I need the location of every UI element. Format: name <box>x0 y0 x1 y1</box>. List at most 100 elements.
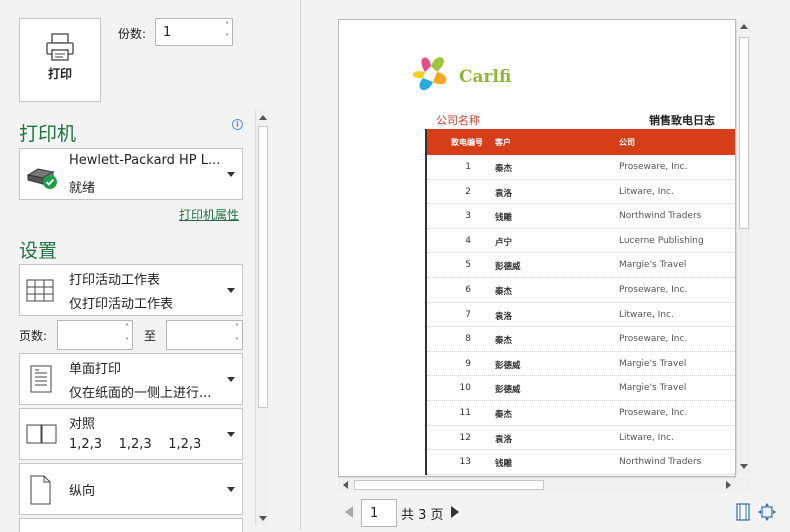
copies-value: 1 <box>163 25 172 40</box>
cell-call-id: 4 <box>465 235 471 246</box>
print-button-label: 打印 <box>47 67 72 81</box>
printer-name: Hewlett-Packard HP L... <box>69 153 221 168</box>
spin-down-icon[interactable]: ˅ <box>125 338 129 346</box>
printer-section-title: 打印机 <box>19 123 77 145</box>
current-page-value: 1 <box>370 506 379 521</box>
portrait-icon <box>30 475 51 505</box>
table-row: 7 袁洛 Litware, Inc. <box>427 303 735 328</box>
spin-up-icon[interactable]: ˄ <box>225 22 229 30</box>
printer-ready-icon <box>26 168 57 189</box>
preview-vertical-scrollbar[interactable] <box>736 19 751 474</box>
company-logo: Carlfi <box>412 57 511 91</box>
cell-call-id: 13 <box>459 457 471 468</box>
scroll-right-icon[interactable] <box>726 481 731 489</box>
orientation-title: 纵向 <box>69 484 96 499</box>
cell-company: Proseware, Inc. <box>619 162 688 172</box>
cell-customer: 袁洛 <box>495 188 513 199</box>
chevron-down-icon <box>227 288 235 293</box>
cell-customer: 袁洛 <box>495 434 513 445</box>
header-company: 公司 <box>619 138 635 147</box>
cell-company: Proseware, Inc. <box>619 334 688 345</box>
cell-company: Northwind Traders <box>619 211 702 222</box>
sides-dropdown[interactable]: 单面打印 仅在纸面的一侧上进行... <box>19 353 243 405</box>
zoom-to-page-icon[interactable] <box>758 503 776 521</box>
cell-customer: 秦杰 <box>495 409 513 420</box>
spin-down-icon[interactable]: ˅ <box>225 34 229 42</box>
collate-title: 对照 <box>69 417 96 432</box>
scrollbar-thumb[interactable] <box>739 37 749 229</box>
cell-customer: 钱雕 <box>495 459 513 470</box>
print-scope-dropdown[interactable]: 打印活动工作表 仅打印活动工作表 <box>19 264 243 316</box>
scrollbar-thumb[interactable] <box>354 480 544 490</box>
settings-scrollbar[interactable] <box>255 110 269 526</box>
next-page-icon[interactable] <box>451 506 459 518</box>
copies-label: 份数: <box>118 27 147 41</box>
cell-call-id: 5 <box>465 260 471 271</box>
scrollbar-corner <box>736 477 751 492</box>
scroll-left-icon[interactable] <box>343 481 348 489</box>
table-row: 10 彭德威 Margie's Travel <box>427 376 735 401</box>
print-scope-desc: 仅打印活动工作表 <box>69 297 174 312</box>
chevron-down-icon <box>227 377 235 382</box>
copies-input[interactable]: 1 ˄ ˅ <box>155 18 233 46</box>
table-row: 13 钱雕 Northwind Traders <box>427 450 735 475</box>
table-row: 8 秦杰 Proseware, Inc. <box>427 327 735 352</box>
table-row: 2 袁洛 Litware, Inc. <box>427 180 735 205</box>
total-pages-label: 共 3 页 <box>401 508 444 523</box>
scroll-down-icon[interactable] <box>259 516 267 521</box>
scrollbar-thumb[interactable] <box>258 126 268 408</box>
print-button[interactable]: 打印 <box>19 18 101 102</box>
printer-properties-link[interactable]: 打印机属性 <box>179 206 239 223</box>
cell-company: Margie's Travel <box>619 358 687 369</box>
table-row: 6 秦杰 Proseware, Inc. <box>427 278 735 303</box>
cell-call-id: 2 <box>465 186 471 197</box>
preview-page: Carlfi 公司名称 销售致电日志 致电编号 客户 公司 1 秦杰 Prosewa… <box>338 19 736 477</box>
spin-up-icon[interactable]: ˄ <box>235 324 239 332</box>
table-row: 3 钱雕 Northwind Traders <box>427 204 735 229</box>
chevron-down-icon <box>227 432 235 437</box>
cell-call-id: 8 <box>465 334 471 345</box>
page-from-input[interactable]: ˄ ˅ <box>57 320 133 350</box>
cell-customer: 秦杰 <box>495 336 513 347</box>
current-page-input[interactable]: 1 <box>361 499 397 527</box>
cell-call-id: 11 <box>459 407 471 418</box>
spin-down-icon[interactable]: ˅ <box>235 338 239 346</box>
page-to-input[interactable]: ˄ ˅ <box>166 320 243 350</box>
collate-dropdown[interactable]: 对照 1,2,3 1,2,3 1,2,3 <box>19 408 243 460</box>
collate-icon <box>26 424 57 444</box>
scroll-up-icon[interactable] <box>259 115 267 120</box>
pages-label: 页数: <box>19 329 48 343</box>
cell-call-id: 1 <box>465 162 471 172</box>
call-log-table: 致电编号 客户 公司 1 秦杰 Proseware, Inc. 2 袁洛 Litware,… <box>425 129 735 475</box>
to-label: 至 <box>144 329 157 343</box>
cell-call-id: 7 <box>465 309 471 320</box>
cell-customer: 袁洛 <box>495 311 513 322</box>
cell-call-id: 10 <box>459 383 471 394</box>
previous-page-icon[interactable] <box>345 506 353 518</box>
printer-icon <box>46 33 74 61</box>
info-icon[interactable]: i <box>232 119 243 130</box>
orientation-dropdown[interactable]: 纵向 <box>19 463 243 515</box>
scroll-down-icon[interactable] <box>740 464 748 469</box>
table-row: 12 袁洛 Litware, Inc. <box>427 426 735 451</box>
table-row: 11 秦杰 Proseware, Inc. <box>427 401 735 426</box>
header-customer: 客户 <box>495 138 511 147</box>
chevron-down-icon <box>227 172 235 177</box>
show-margins-icon[interactable] <box>735 503 751 521</box>
table-row: 1 秦杰 Proseware, Inc. <box>427 155 735 180</box>
scroll-up-icon[interactable] <box>740 24 748 29</box>
cell-company: Margie's Travel <box>619 383 687 394</box>
table-row: 4 卢宁 Lucerne Publishing <box>427 229 735 254</box>
table-body: 1 秦杰 Proseware, Inc. 2 袁洛 Litware, Inc. 3 钱雕 Nor… <box>427 155 735 475</box>
print-settings-pane: 打印 份数: 1 ˄ ˅ 打印机 i Hewlett-Packard HP L.… <box>0 0 300 532</box>
collate-desc: 1,2,3 1,2,3 1,2,3 <box>69 437 202 452</box>
cell-company: Litware, Inc. <box>619 186 674 197</box>
sides-desc: 仅在纸面的一侧上进行... <box>69 386 212 401</box>
company-name-label: 公司名称 <box>436 114 480 127</box>
print-scope-title: 打印活动工作表 <box>69 273 161 288</box>
chevron-down-icon <box>227 487 235 492</box>
spin-up-icon[interactable]: ˄ <box>125 324 129 332</box>
preview-horizontal-scrollbar[interactable] <box>338 477 736 492</box>
printer-dropdown[interactable]: Hewlett-Packard HP L... 就绪 <box>19 148 243 200</box>
cell-customer: 卢宁 <box>495 237 513 248</box>
